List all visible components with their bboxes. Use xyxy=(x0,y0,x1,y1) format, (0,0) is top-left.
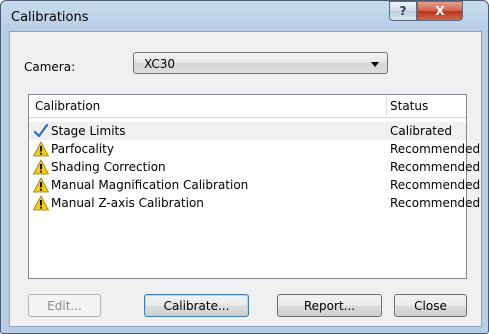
list-item-name: Parfocality xyxy=(51,142,114,156)
checkmark-icon xyxy=(33,123,49,138)
list-item-status: Recommended xyxy=(390,160,481,174)
report-button[interactable]: Report... xyxy=(277,294,382,317)
list-item-manual-magnification[interactable]: Manual Magnification Calibration Recomme… xyxy=(29,176,480,194)
list-item-status: Calibrated xyxy=(390,124,453,138)
camera-select[interactable]: XC30 xyxy=(133,52,388,74)
calibration-list[interactable]: Calibration Status Stage Limits Calibrat… xyxy=(28,94,480,279)
help-icon: ? xyxy=(399,4,407,18)
window-title: Calibrations xyxy=(11,10,89,25)
chevron-down-icon xyxy=(371,62,379,67)
list-item-name: Shading Correction xyxy=(51,160,166,174)
list-header: Calibration Status xyxy=(29,95,466,118)
column-header-calibration[interactable]: Calibration xyxy=(35,99,100,113)
list-item-shading-correction[interactable]: Shading Correction Recommended xyxy=(29,158,480,176)
list-item-stage-limits[interactable]: Stage Limits Calibrated xyxy=(29,122,466,140)
list-item-manual-z-axis[interactable]: Manual Z-axis Calibration Recommended xyxy=(29,194,480,212)
warning-icon xyxy=(33,177,49,193)
edit-button[interactable]: Edit... xyxy=(28,294,101,317)
list-item-parfocality[interactable]: Parfocality Recommended xyxy=(29,140,480,158)
column-header-status[interactable]: Status xyxy=(390,99,428,113)
dialog-body: Camera: XC30 Calibration Status Stage Li… xyxy=(9,31,482,327)
column-divider[interactable] xyxy=(386,95,387,117)
calibrations-dialog: Calibrations ? X Camera: XC30 Calibratio… xyxy=(0,0,489,334)
list-item-name: Manual Z-axis Calibration xyxy=(51,196,204,210)
calibrate-button[interactable]: Calibrate... xyxy=(144,294,249,317)
help-button[interactable]: ? xyxy=(389,1,417,21)
camera-select-value: XC30 xyxy=(144,57,175,71)
list-item-status: Recommended xyxy=(390,196,481,210)
warning-icon xyxy=(33,159,49,175)
warning-icon xyxy=(33,141,49,157)
list-item-name: Stage Limits xyxy=(51,124,126,138)
close-button[interactable]: Close xyxy=(394,294,467,317)
warning-icon xyxy=(33,195,49,211)
list-item-name: Manual Magnification Calibration xyxy=(51,178,249,192)
list-item-status: Recommended xyxy=(390,142,481,156)
list-item-status: Recommended xyxy=(390,178,481,192)
camera-label: Camera: xyxy=(24,60,76,74)
close-icon: X xyxy=(435,4,445,18)
window-close-button[interactable]: X xyxy=(417,1,463,21)
